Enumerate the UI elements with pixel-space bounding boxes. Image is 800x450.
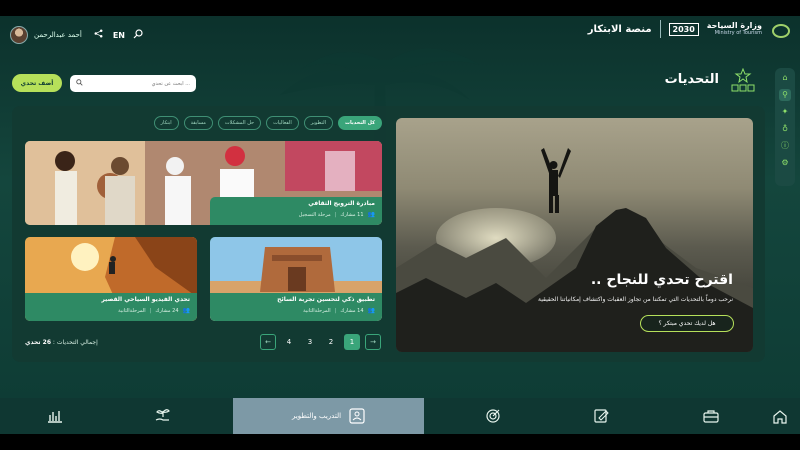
- home-icon[interactable]: [760, 398, 800, 434]
- filter-problem-solving[interactable]: حل المشكلات: [217, 116, 262, 130]
- vision-2030-logo: 2030: [668, 22, 699, 36]
- card-title: تحدي الفيديو السياحي القصير: [101, 296, 190, 303]
- card-meta: 👥 11 مشارك | مرحلة التسجيل: [217, 211, 375, 218]
- meta-divider: |: [334, 307, 337, 314]
- briefcase-icon[interactable]: [686, 398, 736, 434]
- users-icon: 👥: [367, 211, 375, 218]
- gear-icon[interactable]: ⚙: [779, 157, 791, 169]
- filter-development[interactable]: التطوير: [303, 116, 333, 130]
- card-meta: 👥 24 مشارك | المرحلةالثانية: [32, 307, 190, 314]
- hierarchy-icon[interactable]: ⚲: [779, 89, 791, 101]
- page-title: التحديات: [664, 72, 719, 87]
- total-count: 26 تحدي: [25, 339, 51, 346]
- card-participants: 24 مشارك: [155, 307, 179, 314]
- card-info: مبادرة الترويج الثقافي 👥 11 مشارك | مرحل…: [210, 197, 382, 225]
- bulb-icon[interactable]: ✦: [779, 106, 791, 118]
- search-icon: [76, 79, 83, 88]
- page-button[interactable]: 4: [281, 334, 297, 350]
- bottom-navigation: التدريب والتطوير: [0, 398, 800, 434]
- total-challenges: إجمالي التحديات : 26 تحدي: [25, 339, 98, 346]
- card-title: مبادرة الترويج الثقافي: [308, 200, 375, 207]
- card-participants: 14 مشارك: [340, 307, 364, 314]
- meta-divider: |: [334, 211, 337, 218]
- pagination: ← 4 3 2 1 →: [260, 334, 381, 350]
- top-bar: أحمد عبدالرحمن EN منصة الابتكار 2030 وزا…: [0, 16, 800, 54]
- card-info: تحدي الفيديو السياحي القصير 👥 24 مشارك |…: [25, 293, 197, 321]
- challenge-card[interactable]: تحدي الفيديو السياحي القصير 👥 24 مشارك |…: [25, 237, 197, 321]
- letterbox-bottom: [0, 434, 800, 450]
- next-page-button[interactable]: →: [365, 334, 381, 350]
- share-icon[interactable]: [94, 29, 103, 41]
- ministry-name-en: Ministry of Tourism: [714, 29, 762, 36]
- search-icon[interactable]: [133, 28, 143, 42]
- letterbox-top: [0, 0, 800, 16]
- filter-events[interactable]: الفعاليات: [266, 116, 299, 130]
- platform-name[interactable]: منصة الابتكار: [588, 24, 652, 35]
- side-rail: ⌂ ⚲ ✦ ♁ ⓘ ⚙: [775, 68, 795, 186]
- avatar[interactable]: [10, 26, 28, 44]
- card-status: المرحلةالثانية: [118, 307, 146, 314]
- filter-tabs: كل التحديات التطوير الفعاليات حل المشكلا…: [153, 116, 382, 130]
- info-icon[interactable]: ⓘ: [779, 140, 791, 152]
- card-meta: 👥 14 مشارك | المرحلةالثانية: [217, 307, 375, 314]
- search-field[interactable]: [70, 75, 196, 92]
- training-icon: [349, 408, 365, 424]
- card-status: المرحلةالثانية: [303, 307, 331, 314]
- ministry-name: وزارة السياحة Ministry of Tourism: [707, 21, 762, 36]
- hero-title: اقترح تحدي للنجاح ..: [590, 272, 733, 288]
- ministry-logo-icon: [770, 20, 790, 38]
- divider: [659, 20, 661, 38]
- filter-all[interactable]: كل التحديات: [337, 116, 382, 130]
- search-input[interactable]: [90, 80, 190, 87]
- add-challenge-button[interactable]: أضف تحدي: [12, 74, 62, 92]
- page-button[interactable]: 3: [302, 334, 318, 350]
- challenge-card[interactable]: مبادرة الترويج الثقافي 👥 11 مشارك | مرحل…: [25, 141, 382, 225]
- card-info: تطبيق ذكي لتحسين تجربة السائح 👥 14 مشارك…: [210, 293, 382, 321]
- challenges-panel: اقترح تحدي للنجاح .. نرحب دوماً بالتحديا…: [12, 106, 765, 362]
- plant-hand-icon[interactable]: [138, 398, 188, 434]
- user-menu[interactable]: أحمد عبدالرحمن: [10, 26, 82, 44]
- hero-subtitle: نرحب دوماً بالتحديات التي تمكننا من تجاو…: [538, 296, 733, 303]
- card-status: مرحلة التسجيل: [298, 211, 331, 218]
- target-icon[interactable]: [468, 398, 518, 434]
- language-toggle[interactable]: EN: [113, 31, 125, 40]
- chart-icon[interactable]: [30, 398, 80, 434]
- card-title: تطبيق ذكي لتحسين تجربة السائح: [277, 296, 375, 303]
- home-icon[interactable]: ⌂: [779, 72, 791, 84]
- page-button[interactable]: 2: [323, 334, 339, 350]
- total-label: إجمالي التحديات :: [52, 339, 98, 346]
- meta-divider: |: [149, 307, 152, 314]
- user-name[interactable]: أحمد عبدالرحمن: [34, 31, 82, 39]
- card-participants: 11 مشارك: [340, 211, 364, 218]
- users-icon: 👥: [367, 307, 375, 314]
- page-header: أضف تحدي التحديات: [12, 67, 757, 96]
- prev-page-button[interactable]: ←: [260, 334, 276, 350]
- filter-innovation[interactable]: ابتكار: [153, 116, 179, 130]
- propose-challenge-button[interactable]: هل لديك تحدي مبتكر ؟: [640, 315, 734, 332]
- challenge-card[interactable]: تطبيق ذكي لتحسين تجربة السائح 👥 14 مشارك…: [210, 237, 382, 321]
- filter-competition[interactable]: مسابقة: [183, 116, 213, 130]
- edit-doc-icon[interactable]: [576, 398, 626, 434]
- trophy-podium-icon: [729, 67, 757, 94]
- hero-banner: اقترح تحدي للنجاح .. نرحب دوماً بالتحديا…: [396, 118, 753, 352]
- users-icon: 👥: [182, 307, 190, 314]
- nav-training-development[interactable]: التدريب والتطوير: [233, 398, 424, 434]
- page-button-active[interactable]: 1: [344, 334, 360, 350]
- nav-active-label: التدريب والتطوير: [291, 412, 342, 420]
- brand-area: منصة الابتكار 2030 وزارة السياحة Ministr…: [588, 20, 790, 38]
- lightbulb-icon[interactable]: ♁: [779, 123, 791, 135]
